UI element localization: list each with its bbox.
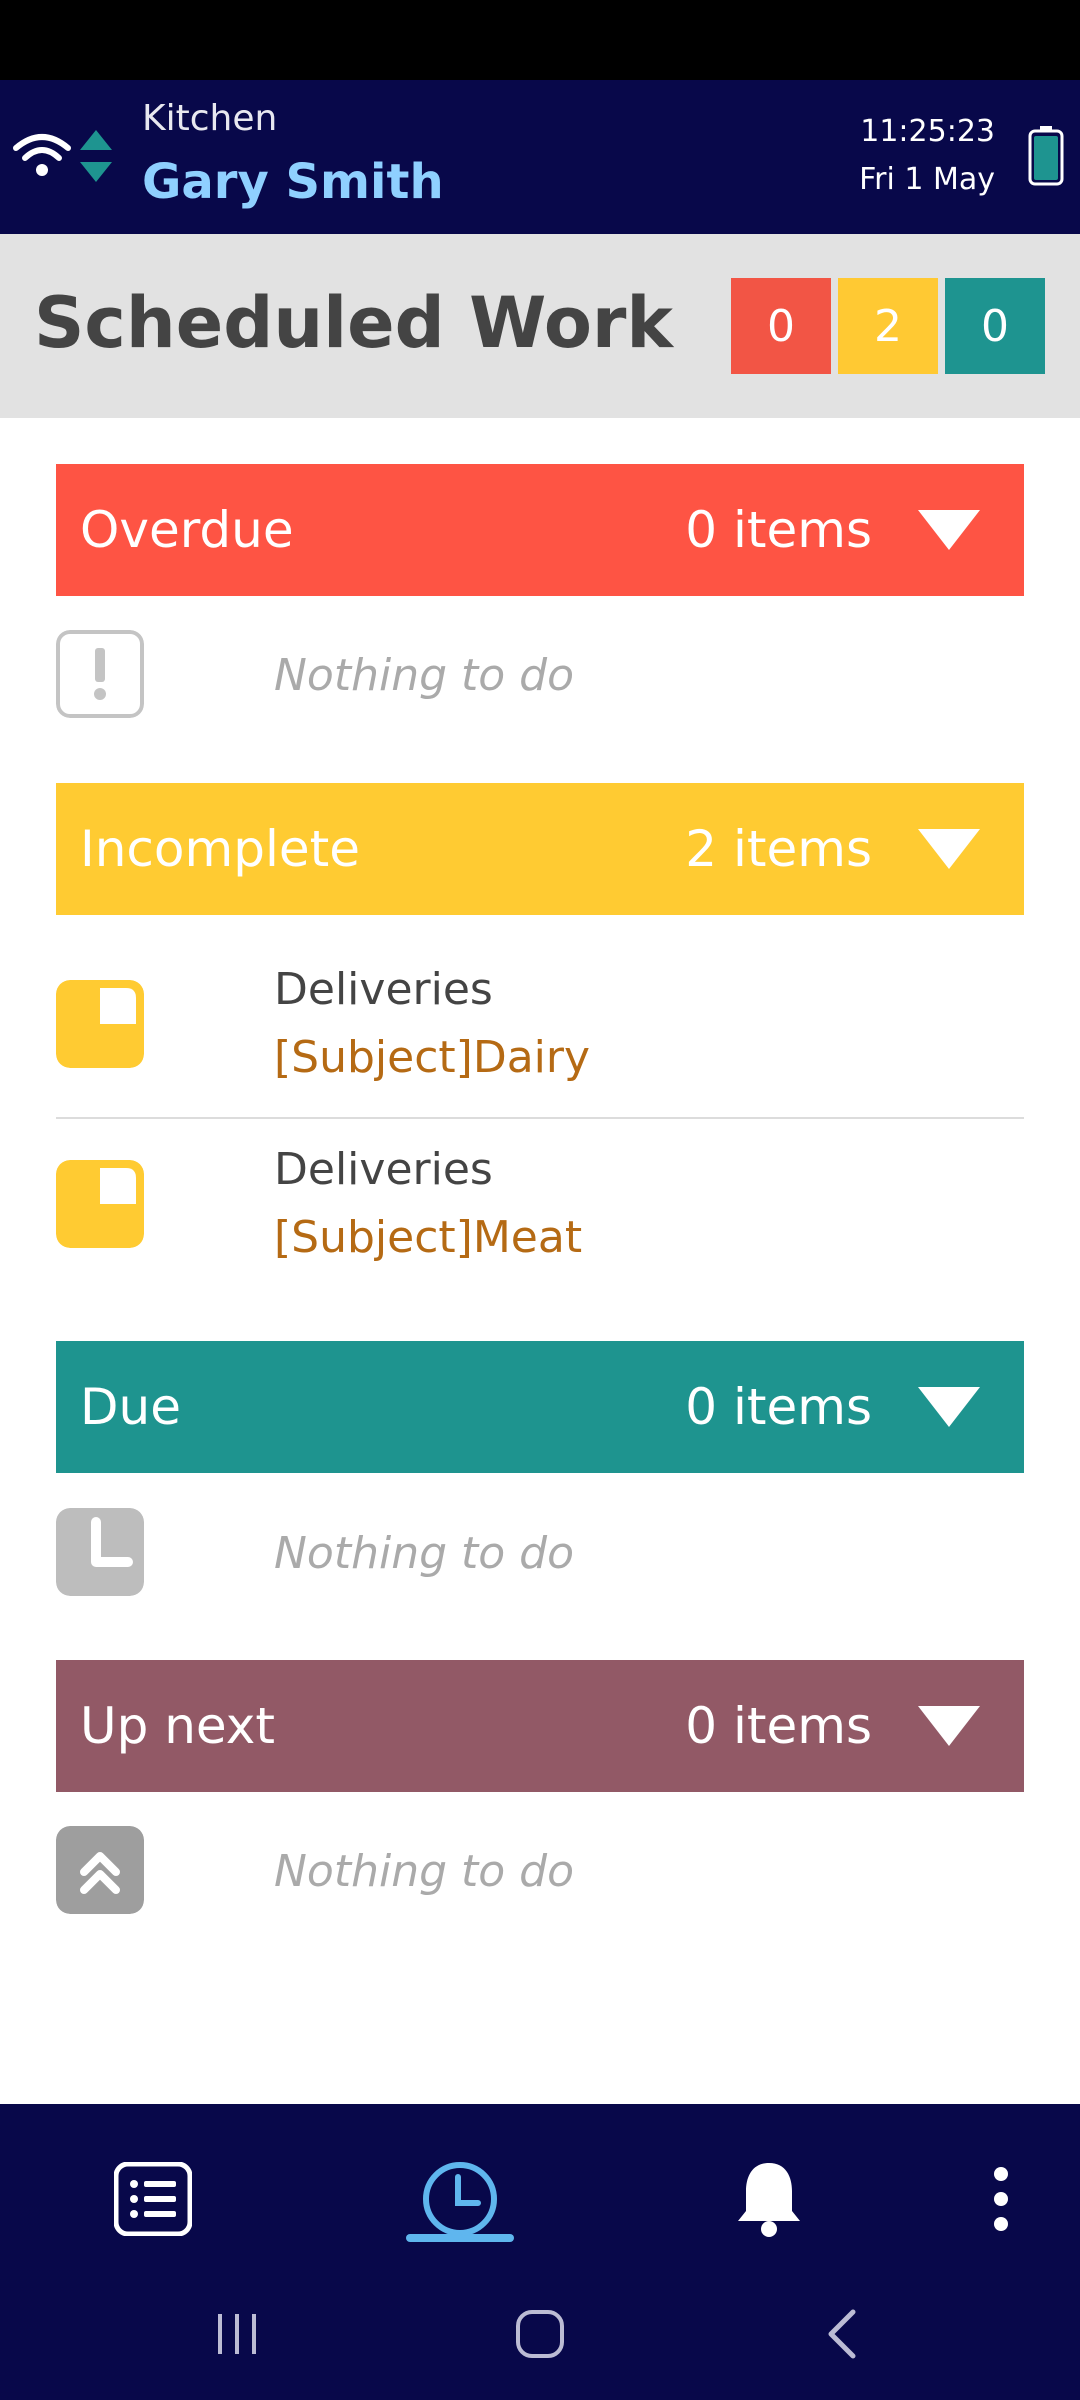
wifi-icon [13,134,71,176]
section-due-header[interactable]: Due 0 items [56,1341,1024,1473]
home-icon [516,2310,564,2358]
section-up-next-header[interactable]: Up next 0 items [56,1660,1024,1792]
empty-state-text: Nothing to do [274,650,575,701]
nav-list-button[interactable] [98,2144,208,2254]
section-incomplete-header[interactable]: Incomplete 2 items [56,783,1024,915]
recent-apps-button[interactable] [192,2294,282,2374]
location-label: Kitchen [142,98,278,139]
section-count: 0 items [685,1378,872,1436]
section-label: Incomplete [80,820,360,878]
list-icon [114,2162,192,2236]
battery-icon [1028,126,1064,186]
back-icon [828,2309,856,2359]
due-count-badge[interactable]: 0 [945,278,1045,374]
app-header: Kitchen Gary Smith 11:25:23 Fri 1 May [0,80,1080,234]
section-overdue-header[interactable]: Overdue 0 items [56,464,1024,596]
divider [56,1117,1024,1119]
page-title-bar: Scheduled Work 0 2 0 [0,234,1080,418]
empty-state-text: Nothing to do [274,1846,575,1897]
user-name: Gary Smith [142,154,444,210]
system-status-bar [0,0,1080,80]
due-count: 0 [981,300,1009,352]
page-title: Scheduled Work [34,282,673,364]
sync-arrows-icon [80,130,112,182]
section-label: Overdue [80,501,294,559]
nav-more-button[interactable] [946,2144,1056,2254]
nav-notifications-button[interactable] [714,2144,824,2254]
exclamation-icon [56,630,144,718]
double-chevron-up-icon [56,1826,144,1914]
partial-progress-icon [56,1160,144,1248]
task-title: Deliveries [274,964,493,1015]
section-label: Due [80,1378,181,1436]
triangle-down-icon [918,1706,980,1746]
overdue-count: 0 [767,300,795,352]
back-button[interactable] [798,2294,888,2374]
more-vertical-icon [994,2167,1008,2231]
section-count: 0 items [685,1697,872,1755]
empty-state-text: Nothing to do [274,1528,575,1579]
overdue-count-badge[interactable]: 0 [731,278,831,374]
incomplete-count-badge[interactable]: 2 [838,278,938,374]
partial-progress-icon [56,980,144,1068]
bell-icon [738,2163,800,2237]
triangle-down-icon [918,510,980,550]
task-subject: [Subject]Meat [274,1212,583,1263]
section-label: Up next [80,1697,275,1755]
triangle-down-icon [918,829,980,869]
section-count: 0 items [685,501,872,559]
clock: 11:25:23 [860,114,995,149]
clock-icon [56,1508,144,1596]
triangle-down-icon [918,1387,980,1427]
task-title: Deliveries [274,1144,493,1195]
active-tab-indicator [406,2234,514,2242]
incomplete-count: 2 [874,300,902,352]
date: Fri 1 May [859,162,995,197]
bottom-navigation [0,2104,1080,2400]
task-subject: [Subject]Dairy [274,1032,591,1083]
recent-apps-icon [218,2314,256,2354]
home-button[interactable] [495,2294,585,2374]
clock-icon [423,2162,497,2236]
section-count: 2 items [685,820,872,878]
